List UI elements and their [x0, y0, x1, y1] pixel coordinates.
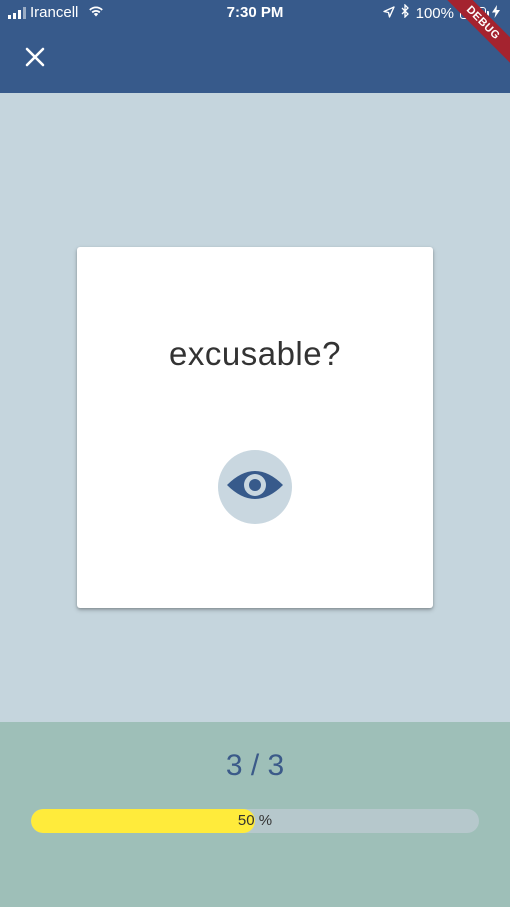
bluetooth-icon [401, 3, 410, 22]
close-icon [25, 47, 45, 72]
location-arrow-icon [382, 5, 395, 22]
charging-bolt-icon [492, 4, 500, 22]
progress-percent-label: 50 % [237, 812, 273, 829]
progress-panel: 3 / 3 50 % [0, 722, 510, 907]
card-counter: 3 / 3 [225, 749, 285, 782]
eye-icon [226, 465, 284, 510]
close-button[interactable] [16, 40, 54, 78]
flashcard-word: excusable? [169, 335, 341, 372]
reveal-answer-button[interactable] [218, 450, 292, 524]
app-bar [0, 28, 510, 93]
battery-percent: 100% [415, 4, 454, 22]
progress-bar: 50 % [31, 809, 479, 833]
status-bar: Irancell 7:30 PM 100% [0, 0, 510, 28]
flashcard[interactable]: excusable? [77, 247, 433, 608]
